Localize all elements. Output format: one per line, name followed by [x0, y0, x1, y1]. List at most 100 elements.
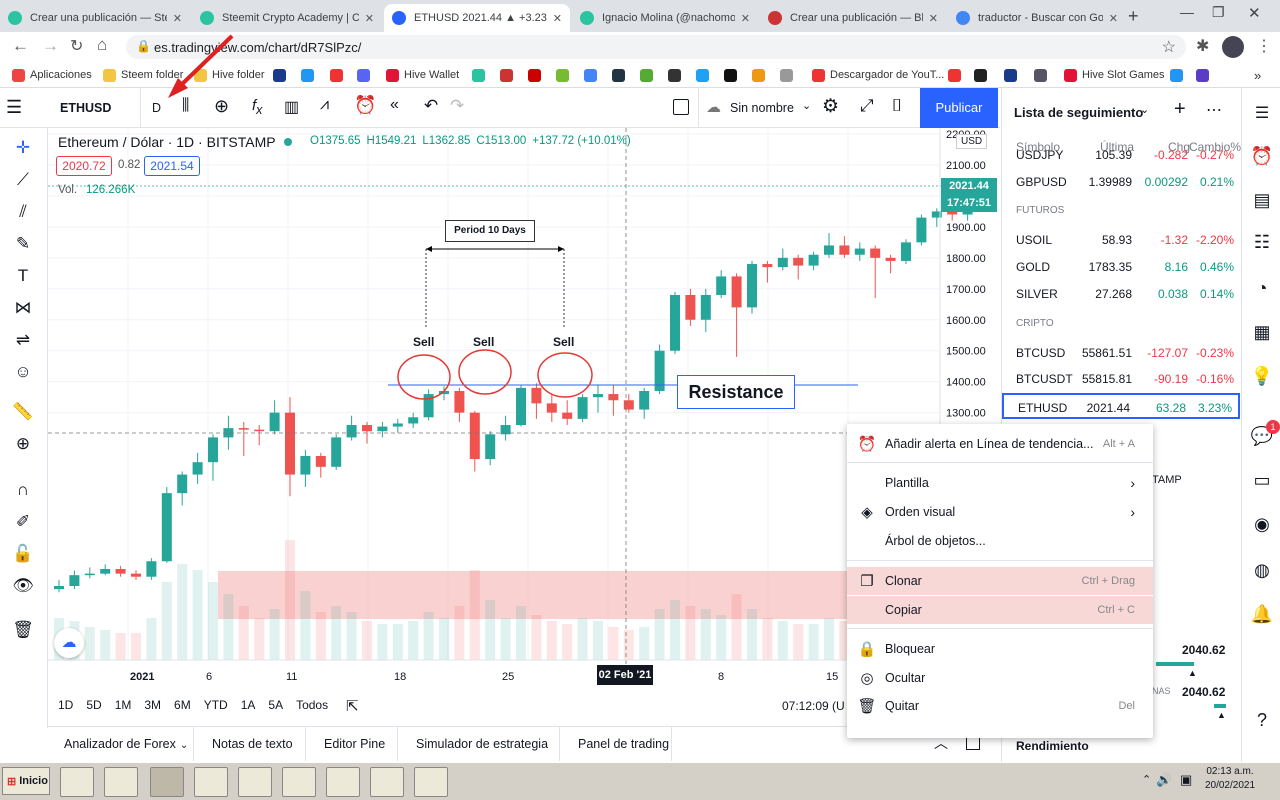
- trash-icon[interactable]: 🗑: [10, 618, 36, 642]
- financials-icon[interactable]: ⩘: [320, 96, 329, 114]
- candle-body[interactable]: [901, 242, 911, 261]
- candle-body[interactable]: [315, 455, 326, 467]
- range-button[interactable]: 1D: [58, 698, 73, 712]
- watchlist-icon[interactable]: ☰: [1250, 102, 1274, 126]
- candle-body[interactable]: [177, 474, 188, 494]
- tab-close-icon[interactable]: ✕: [741, 12, 750, 25]
- bookmark-item[interactable]: [472, 67, 490, 83]
- home-icon[interactable]: ⌂: [97, 35, 107, 55]
- candle-body[interactable]: [623, 400, 634, 410]
- expand-icon[interactable]: ⤢: [860, 96, 874, 116]
- chevron-down-icon[interactable]: ⌄: [180, 740, 188, 751]
- alarm-icon[interactable]: ⏰: [1250, 144, 1274, 168]
- period-label[interactable]: Period 10 Days: [445, 220, 535, 242]
- bookmark-item[interactable]: [974, 67, 992, 83]
- tab-close-icon[interactable]: ✕: [553, 12, 562, 25]
- layout-name[interactable]: Sin nombre: [730, 101, 794, 115]
- streams-icon[interactable]: ◉: [1250, 512, 1274, 536]
- powerpoint-app-icon[interactable]: [326, 767, 360, 797]
- undo-icon[interactable]: ↶: [424, 96, 438, 116]
- candle-body[interactable]: [793, 257, 804, 266]
- bookmark-item[interactable]: [1004, 67, 1022, 83]
- watchlist-section[interactable]: CRIPTO: [1016, 318, 1054, 329]
- context-menu-item[interactable]: Árbol de objetos...: [847, 527, 1153, 555]
- candle-body[interactable]: [69, 575, 80, 587]
- candle-body[interactable]: [685, 294, 696, 320]
- tab-close-icon[interactable]: ✕: [1109, 12, 1118, 25]
- chrome-app-icon[interactable]: [150, 767, 184, 797]
- bookmark-item[interactable]: [780, 67, 798, 83]
- bookmark-item[interactable]: [696, 67, 714, 83]
- star-icon[interactable]: ☆: [1162, 37, 1176, 57]
- resistance-label[interactable]: Resistance: [677, 375, 795, 409]
- candle-body[interactable]: [762, 264, 773, 268]
- candle-body[interactable]: [485, 434, 496, 460]
- range-button[interactable]: 6M: [174, 698, 191, 712]
- candle-body[interactable]: [639, 390, 650, 410]
- sell-label-2[interactable]: Sell: [473, 335, 494, 349]
- clock-display[interactable]: 07:12:09 (U: [782, 699, 845, 713]
- candle-body[interactable]: [608, 394, 619, 401]
- candle-body[interactable]: [577, 397, 588, 419]
- start-button[interactable]: ⊞ Inicio: [2, 767, 50, 795]
- trendline-icon[interactable]: ⟋: [10, 168, 36, 192]
- candle-body[interactable]: [285, 412, 295, 475]
- indicators-icon[interactable]: fx: [252, 97, 262, 117]
- candle-body[interactable]: [700, 294, 711, 320]
- bottom-tab[interactable]: Analizador de Forex ⌄: [48, 727, 194, 761]
- eye-icon[interactable]: 👁: [10, 574, 36, 598]
- interval-button[interactable]: D: [152, 101, 161, 115]
- network-icon[interactable]: ▣: [1180, 772, 1192, 788]
- browser-tab[interactable]: Crear una publicación — Stee ✕: [0, 4, 190, 32]
- folder-app-icon[interactable]: [104, 767, 138, 797]
- candle-body[interactable]: [469, 412, 480, 460]
- candle-body[interactable]: [331, 437, 342, 467]
- candle-body[interactable]: [824, 245, 834, 255]
- candle-body[interactable]: [716, 276, 727, 295]
- watchlist-row[interactable]: USOIL 58.93 -1.32 -2.20%: [1002, 227, 1240, 253]
- candle-body[interactable]: [531, 387, 542, 404]
- candle-body[interactable]: [454, 390, 465, 413]
- minimize-icon[interactable]: —: [1180, 4, 1194, 20]
- context-menu-item[interactable]: ❐ Clonar Ctrl + Drag: [847, 567, 1153, 595]
- candle-body[interactable]: [377, 426, 388, 432]
- bookmark-item[interactable]: [1170, 67, 1188, 83]
- range-button[interactable]: 5A: [268, 698, 283, 712]
- candle-body[interactable]: [408, 417, 419, 424]
- candle-body[interactable]: [100, 568, 111, 574]
- replay-icon[interactable]: «: [390, 96, 399, 114]
- restore-icon[interactable]: ❐: [1212, 4, 1225, 21]
- bookmark-item[interactable]: [724, 67, 742, 83]
- media-app-icon[interactable]: [60, 767, 94, 797]
- watchlist-section[interactable]: FUTUROS: [1016, 205, 1064, 216]
- fullscreen-toggle-icon[interactable]: [673, 99, 689, 115]
- candle-body[interactable]: [54, 586, 64, 590]
- tray-expand-icon[interactable]: ⌃: [1142, 773, 1151, 786]
- lock-icon[interactable]: 🔓: [10, 542, 36, 566]
- magnet-icon[interactable]: ∩: [10, 478, 36, 502]
- bookmark-item[interactable]: [612, 67, 630, 83]
- candle-body[interactable]: [84, 573, 95, 576]
- candle-body[interactable]: [777, 257, 788, 268]
- candle-body[interactable]: [161, 493, 172, 562]
- candle-body[interactable]: [916, 217, 927, 243]
- hamburger-icon[interactable]: ☰: [6, 97, 22, 118]
- sell-label-1[interactable]: Sell: [413, 335, 434, 349]
- camera-icon[interactable]: ⌷: [892, 96, 902, 116]
- candle-body[interactable]: [392, 423, 403, 427]
- display-app-icon[interactable]: [414, 767, 448, 797]
- menu-icon[interactable]: ⋮: [1256, 36, 1272, 56]
- lock-drawing-icon[interactable]: ✐: [10, 510, 36, 534]
- candle-body[interactable]: [300, 455, 311, 475]
- candle-body[interactable]: [516, 387, 526, 426]
- bottom-tab[interactable]: Editor Pine: [308, 727, 398, 761]
- volume-icon[interactable]: 🔊: [1156, 772, 1172, 788]
- profile-avatar[interactable]: [1222, 36, 1244, 58]
- context-menu-item[interactable]: 🔒 Bloquear: [847, 635, 1153, 663]
- tray-time[interactable]: 02:13 a.m.: [1204, 766, 1256, 777]
- back-icon[interactable]: ←: [12, 36, 29, 56]
- candle-body[interactable]: [808, 254, 819, 266]
- candle-body[interactable]: [346, 425, 357, 438]
- new-tab-icon[interactable]: +: [1128, 6, 1139, 27]
- bookmark-item[interactable]: Hive Wallet: [386, 67, 459, 83]
